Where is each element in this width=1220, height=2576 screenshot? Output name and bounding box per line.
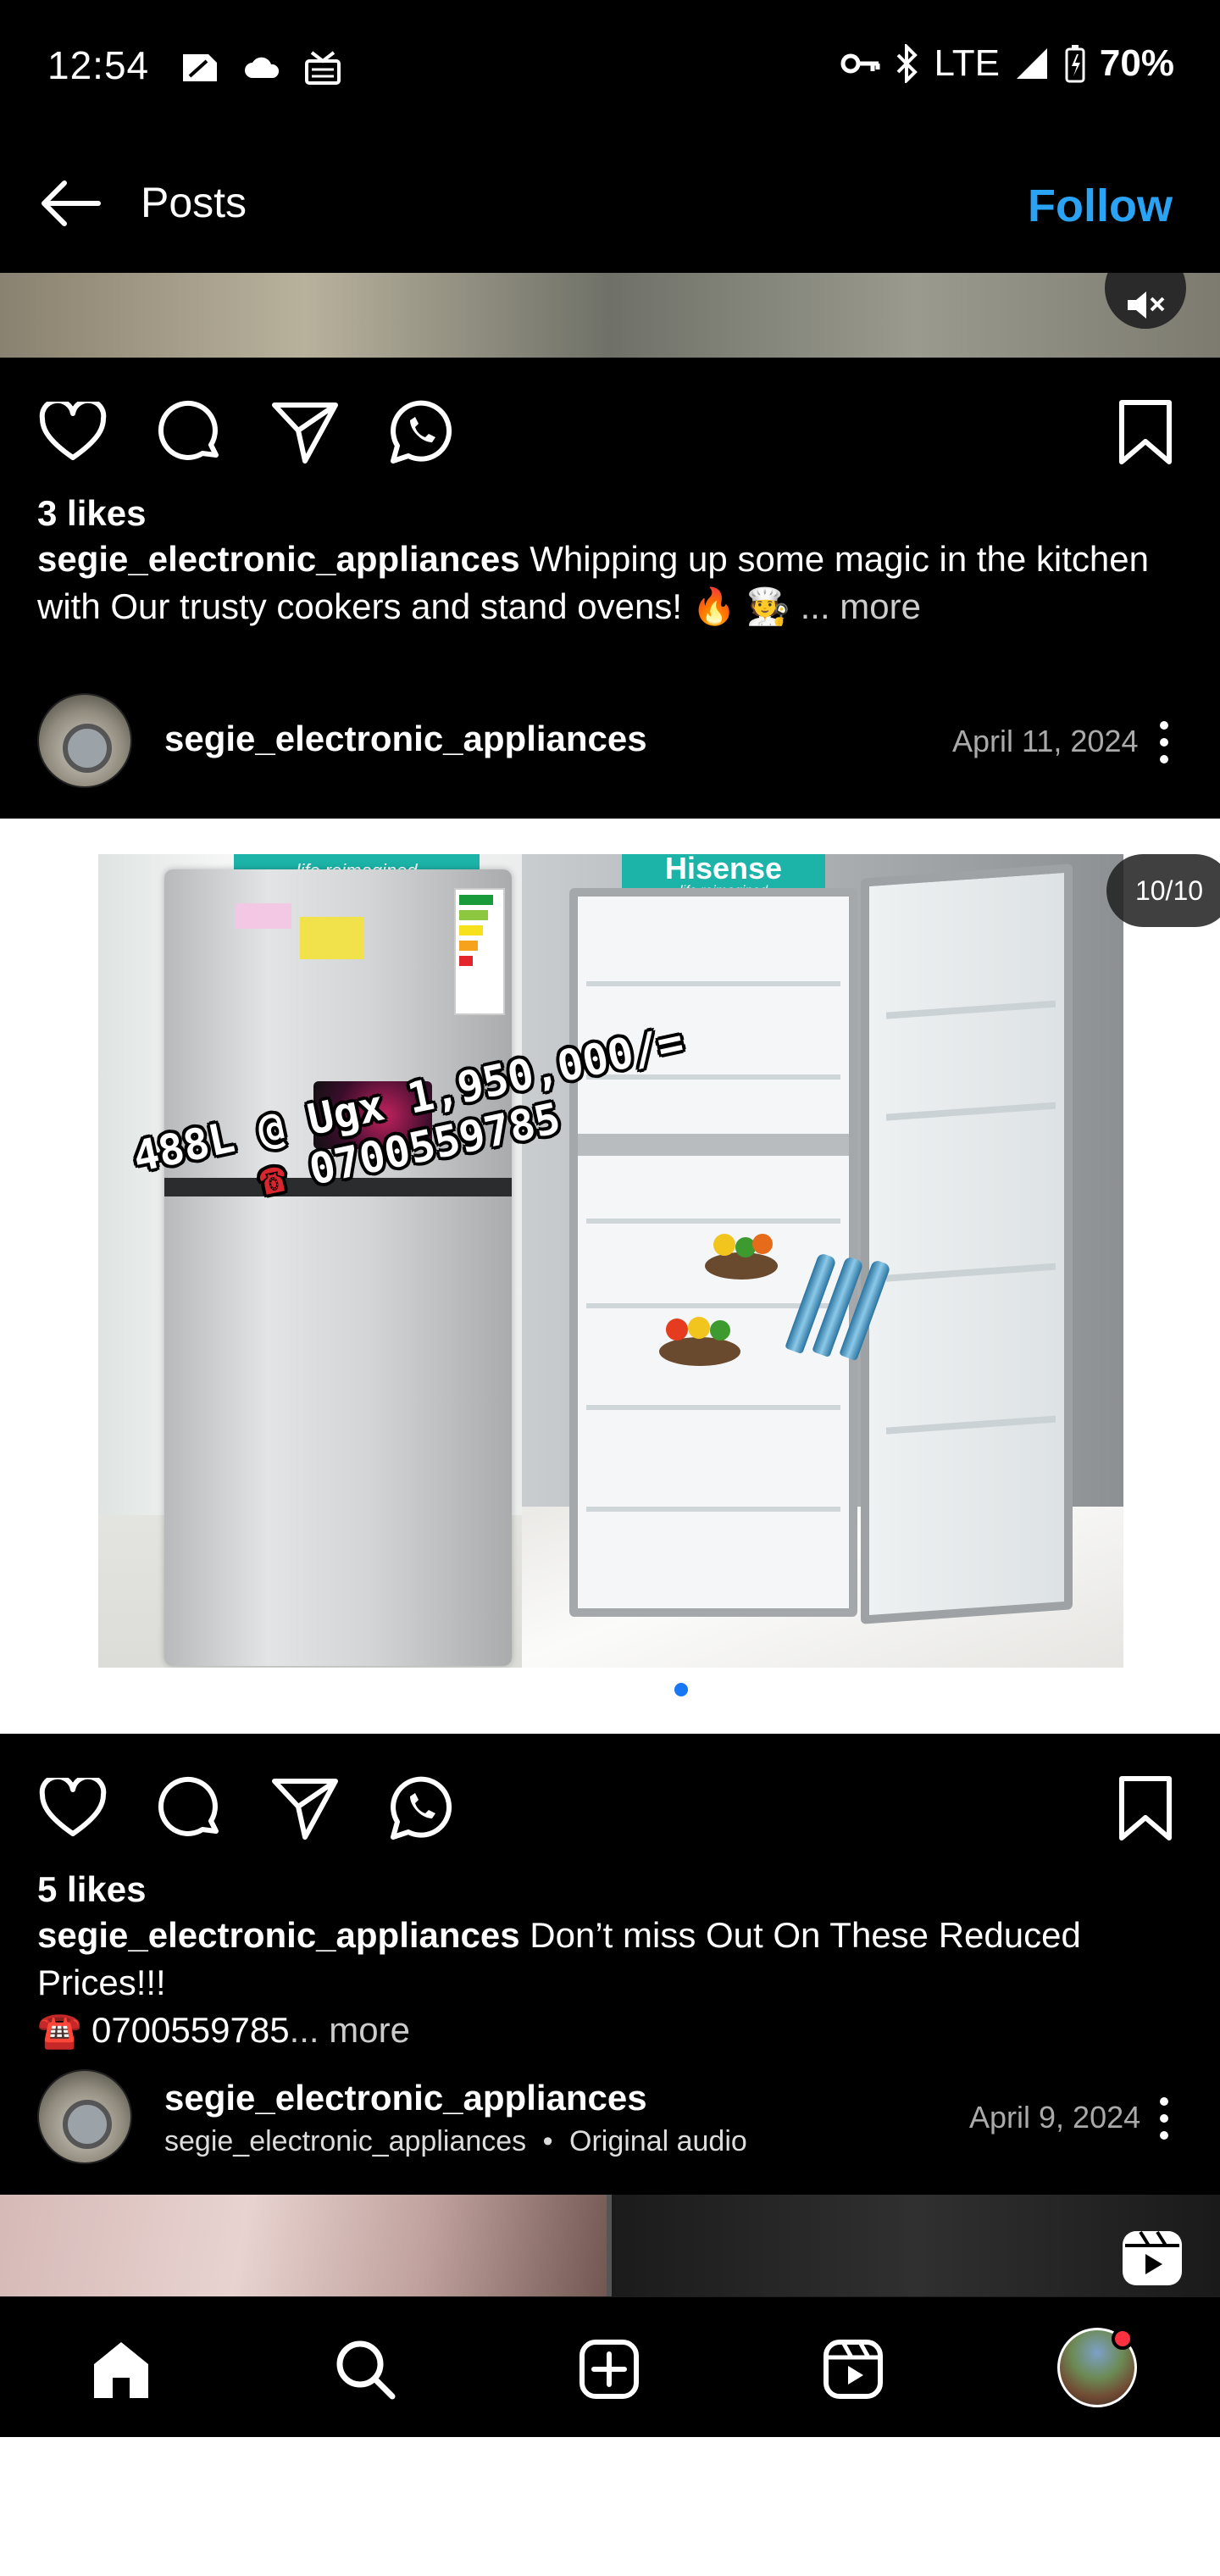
- post-image-container[interactable]: life reimagined Hisense life reimagined: [0, 819, 1220, 1734]
- follow-button[interactable]: Follow: [1028, 180, 1173, 232]
- bluetooth-icon: [897, 44, 918, 83]
- status-left-icons: [178, 49, 342, 86]
- system-nav-area: [0, 2437, 1220, 2576]
- fridge-closed: [164, 869, 512, 1666]
- carousel-dot-active: [674, 1683, 688, 1696]
- status-right-icons: LTE 70%: [840, 42, 1174, 85]
- heart-icon: [39, 1778, 107, 1836]
- cloud-icon: [245, 57, 280, 78]
- carousel-dot: [593, 1683, 607, 1696]
- bookmark-icon: [1119, 400, 1172, 464]
- home-icon: [94, 2342, 148, 2398]
- whatsapp-icon: [391, 1776, 452, 1840]
- comment-icon: [158, 400, 219, 460]
- reel-icon: [1123, 2230, 1182, 2285]
- post-image[interactable]: life reimagined Hisense life reimagined: [98, 854, 1123, 1668]
- avatar[interactable]: [37, 2069, 132, 2164]
- nav-create[interactable]: [571, 2331, 647, 2407]
- next-post-subtitle: segie_electronic_appliances • Original a…: [164, 2125, 747, 2157]
- search-icon: [336, 2340, 396, 2400]
- image-counter: 10/10: [1047, 854, 1220, 929]
- network-type: LTE: [934, 42, 1000, 84]
- notification-dot: [1112, 2328, 1134, 2350]
- caption-more-link[interactable]: ... more: [290, 2010, 410, 2050]
- caption-username[interactable]: segie_electronic_appliances: [37, 539, 520, 579]
- top-nav: Posts Follow: [0, 136, 1220, 273]
- mute-button[interactable]: [1105, 273, 1186, 329]
- post-caption: segie_electronic_appliances Don’t miss O…: [37, 1912, 1190, 2054]
- bookmark-icon: [1119, 1776, 1172, 1840]
- post-header: segie_electronic_appliances April 11, 20…: [0, 680, 1220, 807]
- carousel-dot: [539, 1683, 552, 1696]
- share-button[interactable]: [269, 397, 341, 468]
- caption-phone: ☎️ 0700559785: [37, 2010, 290, 2050]
- image-counter-label: 10/10: [1106, 854, 1220, 927]
- page-title: Posts: [141, 179, 247, 226]
- post-actions: [0, 1749, 1220, 1859]
- next-post-date: April 9, 2024: [969, 2100, 1141, 2135]
- save-button[interactable]: [1110, 397, 1181, 468]
- more-options-button[interactable]: [1139, 2085, 1190, 2152]
- previous-post-media[interactable]: [0, 273, 1220, 358]
- sim-icon: [183, 54, 217, 81]
- bottom-nav: [0, 2296, 1220, 2437]
- caption-more-link[interactable]: ... more: [790, 586, 921, 626]
- like-button[interactable]: [37, 397, 108, 468]
- original-audio-link[interactable]: Original audio: [569, 2125, 747, 2157]
- post-likes[interactable]: 5 likes: [37, 1869, 146, 1910]
- carousel-dot: [566, 1683, 580, 1696]
- more-options-button[interactable]: [1139, 708, 1190, 776]
- send-icon: [272, 1779, 338, 1840]
- next-post-header: segie_electronic_appliances segie_electr…: [0, 2056, 1220, 2183]
- battery-icon: [1065, 45, 1085, 83]
- cast-icon: [305, 51, 341, 85]
- previous-post-actions: [0, 373, 1220, 483]
- carousel-dot: [647, 1683, 661, 1696]
- previous-post-caption: segie_electronic_appliances Whipping up …: [37, 536, 1190, 630]
- avatar[interactable]: [37, 693, 132, 788]
- nav-search[interactable]: [327, 2331, 403, 2407]
- whatsapp-button[interactable]: [385, 397, 456, 468]
- add-post-icon: [580, 2340, 639, 2399]
- signal-icon: [1016, 48, 1047, 79]
- whatsapp-button[interactable]: [385, 1773, 456, 1844]
- whatsapp-icon: [391, 400, 452, 464]
- carousel-dot: [620, 1683, 634, 1696]
- previous-post-likes[interactable]: 3 likes: [37, 493, 146, 534]
- like-button[interactable]: [37, 1773, 108, 1844]
- fridge-open: [522, 854, 1123, 1668]
- carousel-dots: [539, 1683, 688, 1696]
- status-time: 12:54: [47, 43, 150, 87]
- next-post-username[interactable]: segie_electronic_appliances: [164, 2078, 647, 2118]
- share-button[interactable]: [269, 1773, 341, 1844]
- caption-username[interactable]: segie_electronic_appliances: [37, 1915, 520, 1955]
- post-date: April 11, 2024: [952, 724, 1139, 758]
- post-username[interactable]: segie_electronic_appliances: [164, 719, 647, 759]
- next-post-media[interactable]: [0, 2195, 1220, 2296]
- nav-reels[interactable]: [815, 2331, 891, 2407]
- comment-icon: [158, 1776, 219, 1836]
- comment-button[interactable]: [154, 1773, 225, 1844]
- send-icon: [272, 402, 338, 464]
- reels-icon: [824, 2340, 883, 2399]
- next-post-subuser[interactable]: segie_electronic_appliances: [164, 2125, 526, 2157]
- battery-percent: 70%: [1099, 42, 1174, 84]
- back-arrow-icon: [42, 180, 101, 226]
- comment-button[interactable]: [154, 397, 225, 468]
- status-bar: 12:54 LTE 70%: [0, 0, 1220, 136]
- nav-home[interactable]: [83, 2331, 159, 2407]
- key-icon: [840, 53, 880, 74]
- muted-speaker-icon: [1128, 291, 1165, 319]
- save-button[interactable]: [1110, 1773, 1181, 1844]
- heart-icon: [39, 402, 107, 460]
- back-button[interactable]: [34, 169, 105, 237]
